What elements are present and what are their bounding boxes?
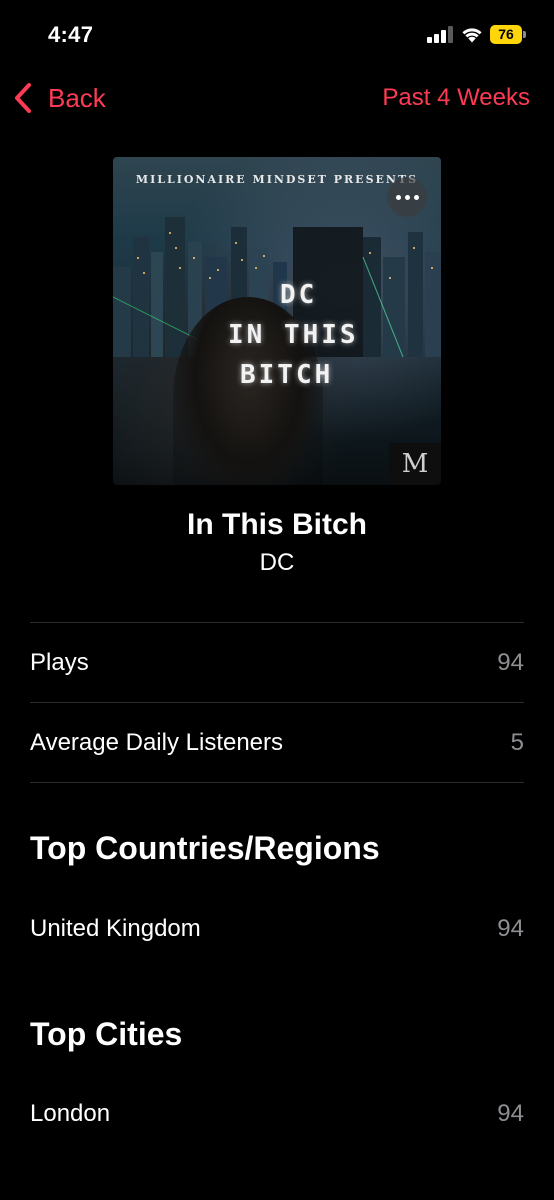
divider [30,702,524,703]
country-label: United Kingdom [30,915,201,942]
song-title: In This Bitch [187,508,367,541]
country-row: United Kingdom 94 [30,909,524,949]
stat-label: Average Daily Listeners [30,729,284,756]
city-value: 94 [497,1100,524,1127]
ellipsis-icon [395,194,401,200]
stat-row-listeners: Average Daily Listeners 5 [30,723,524,763]
battery-icon: 76 [490,25,522,44]
status-time: 4:47 [48,22,94,47]
artwork-title: DC IN THIS BITCH [228,275,428,395]
battery-cap [523,31,526,38]
wifi-icon [462,28,482,43]
artwork-logo: M [389,443,441,485]
period-selector-button[interactable]: Past 4 Weeks [382,76,530,120]
back-label: Back [48,82,106,113]
stat-value: 94 [497,649,524,676]
section-heading-cities: Top Cities [30,1016,183,1052]
nav-bar: Back Past 4 Weeks [0,76,554,120]
status-bar: 4:47 76 [0,0,554,64]
artwork-title-line: BITCH [240,360,334,390]
album-artwork: MILLIONAIRE MINDSET PRESENTS DC IN THIS … [113,157,441,485]
divider [30,782,524,783]
cellular-signal-icon [427,26,453,43]
back-button[interactable]: Back [12,76,106,120]
stat-value: 5 [510,729,524,756]
song-stats-screen: 4:47 76 Back Past 4 Weeks MILLIONAIRE MI… [0,0,554,1200]
artwork-title-line: DC [280,280,318,310]
stat-label: Plays [30,649,89,676]
country-value: 94 [497,915,524,942]
chevron-left-icon [15,83,31,113]
stat-row-plays: Plays 94 [30,643,524,683]
divider [30,622,524,623]
city-label: London [30,1100,111,1127]
section-heading-countries: Top Countries/Regions [30,830,380,866]
more-options-button[interactable] [387,177,427,217]
city-row: London 94 [30,1094,524,1134]
artwork-title-line: IN THIS [228,320,359,350]
artist-name[interactable]: DC [0,549,554,577]
